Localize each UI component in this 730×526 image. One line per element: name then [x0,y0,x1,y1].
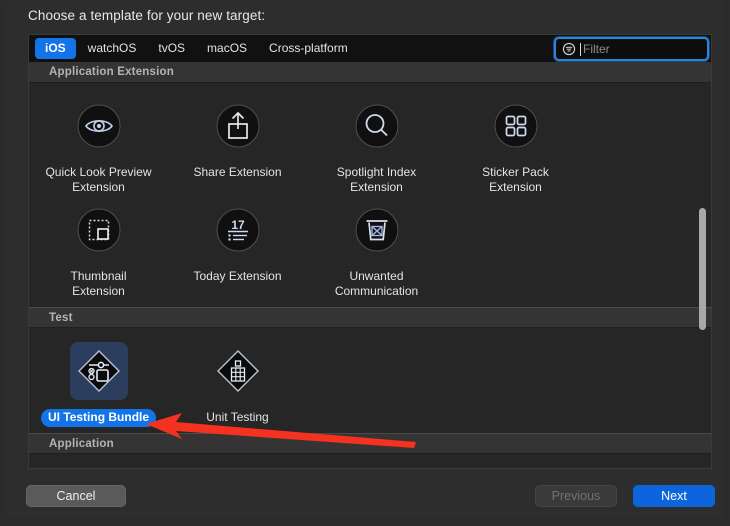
icon-container [70,97,128,155]
template-sticker-pack-extension[interactable]: Sticker Pack Extension [446,93,585,197]
template-today-extension[interactable]: 17 Today Extension [168,197,307,301]
section-grid-test: UI Testing Bundle Unit Testing [29,328,711,433]
svg-text:17: 17 [231,218,245,232]
icon-container [348,201,406,259]
page-title: Choose a template for your new target: [28,8,266,23]
template-spotlight-index-extension[interactable]: Spotlight Index Extension [307,93,446,197]
platform-toolbar: iOS watchOS tvOS macOS Cross-platform Fi… [28,34,712,62]
icon-container [70,201,128,259]
section-header-application-extension: Application Extension [29,62,711,83]
template-label: Share Extension [193,165,282,179]
eye-icon [77,104,120,148]
tab-watchos[interactable]: watchOS [78,38,147,59]
template-unwanted-communication[interactable]: Unwanted Communication [307,197,446,301]
platform-tabs: iOS watchOS tvOS macOS Cross-platform [35,38,358,59]
scrollbar-thumb[interactable] [699,208,706,330]
template-label: Quick Look Preview Extension [45,165,152,194]
template-label: UI Testing Bundle [40,409,157,427]
vertical-scrollbar[interactable] [696,62,710,468]
section-grid-application-extension: Quick Look Preview Extension Share Exten… [29,83,711,307]
icon-container [209,342,267,400]
diamond-slider-checkbox-icon [77,350,120,392]
icon-container [348,97,406,155]
filter-icon [562,42,576,56]
trash-x-icon [355,208,398,252]
magnifier-icon [355,104,398,148]
icon-container: 17 [209,201,267,259]
template-quick-look-preview-extension[interactable]: Quick Look Preview Extension [29,93,168,197]
template-label: Sticker Pack Extension [482,165,549,194]
template-label: Unit Testing [206,410,269,424]
cancel-button[interactable]: Cancel [26,485,126,507]
section-header-application: Application [29,433,711,454]
filter-placeholder: Filter [583,42,610,56]
template-label: Spotlight Index Extension [336,165,417,194]
template-share-extension[interactable]: Share Extension [168,93,307,197]
diamond-grid-icon [216,350,259,392]
template-unit-testing[interactable]: Unit Testing [168,338,307,427]
text-cursor [580,42,581,56]
tab-macos[interactable]: macOS [197,38,257,59]
four-squares-icon [494,104,537,148]
template-label: Today Extension [193,269,282,283]
icon-container [209,97,267,155]
share-upload-icon [216,104,259,148]
section-header-test: Test [29,307,711,328]
filter-input[interactable]: Filter [554,37,709,61]
dialog-body: Choose a template for your new target: i… [6,0,724,518]
previous-button[interactable]: Previous [535,485,617,507]
new-target-template-dialog: Choose a template for your new target: i… [0,0,730,526]
calendar-17-list-icon: 17 [216,208,259,252]
template-thumbnail-extension[interactable]: Thumbnail Extension [29,197,168,301]
template-list: Application Extension Quick Look Preview… [28,62,712,469]
template-label: Unwanted Communication [334,269,419,298]
tab-cross-platform[interactable]: Cross-platform [259,38,358,59]
section-title: Application Extension [49,66,174,78]
tab-tvos[interactable]: tvOS [148,38,195,59]
thumbnail-frame-icon [77,208,120,252]
template-label: Thumbnail Extension [70,269,127,298]
icon-container [487,97,545,155]
tab-ios[interactable]: iOS [35,38,76,59]
section-title: Application [49,437,114,450]
next-button[interactable]: Next [633,485,715,507]
template-ui-testing-bundle[interactable]: UI Testing Bundle [29,338,168,427]
section-title: Test [49,311,73,324]
icon-container [69,342,128,400]
